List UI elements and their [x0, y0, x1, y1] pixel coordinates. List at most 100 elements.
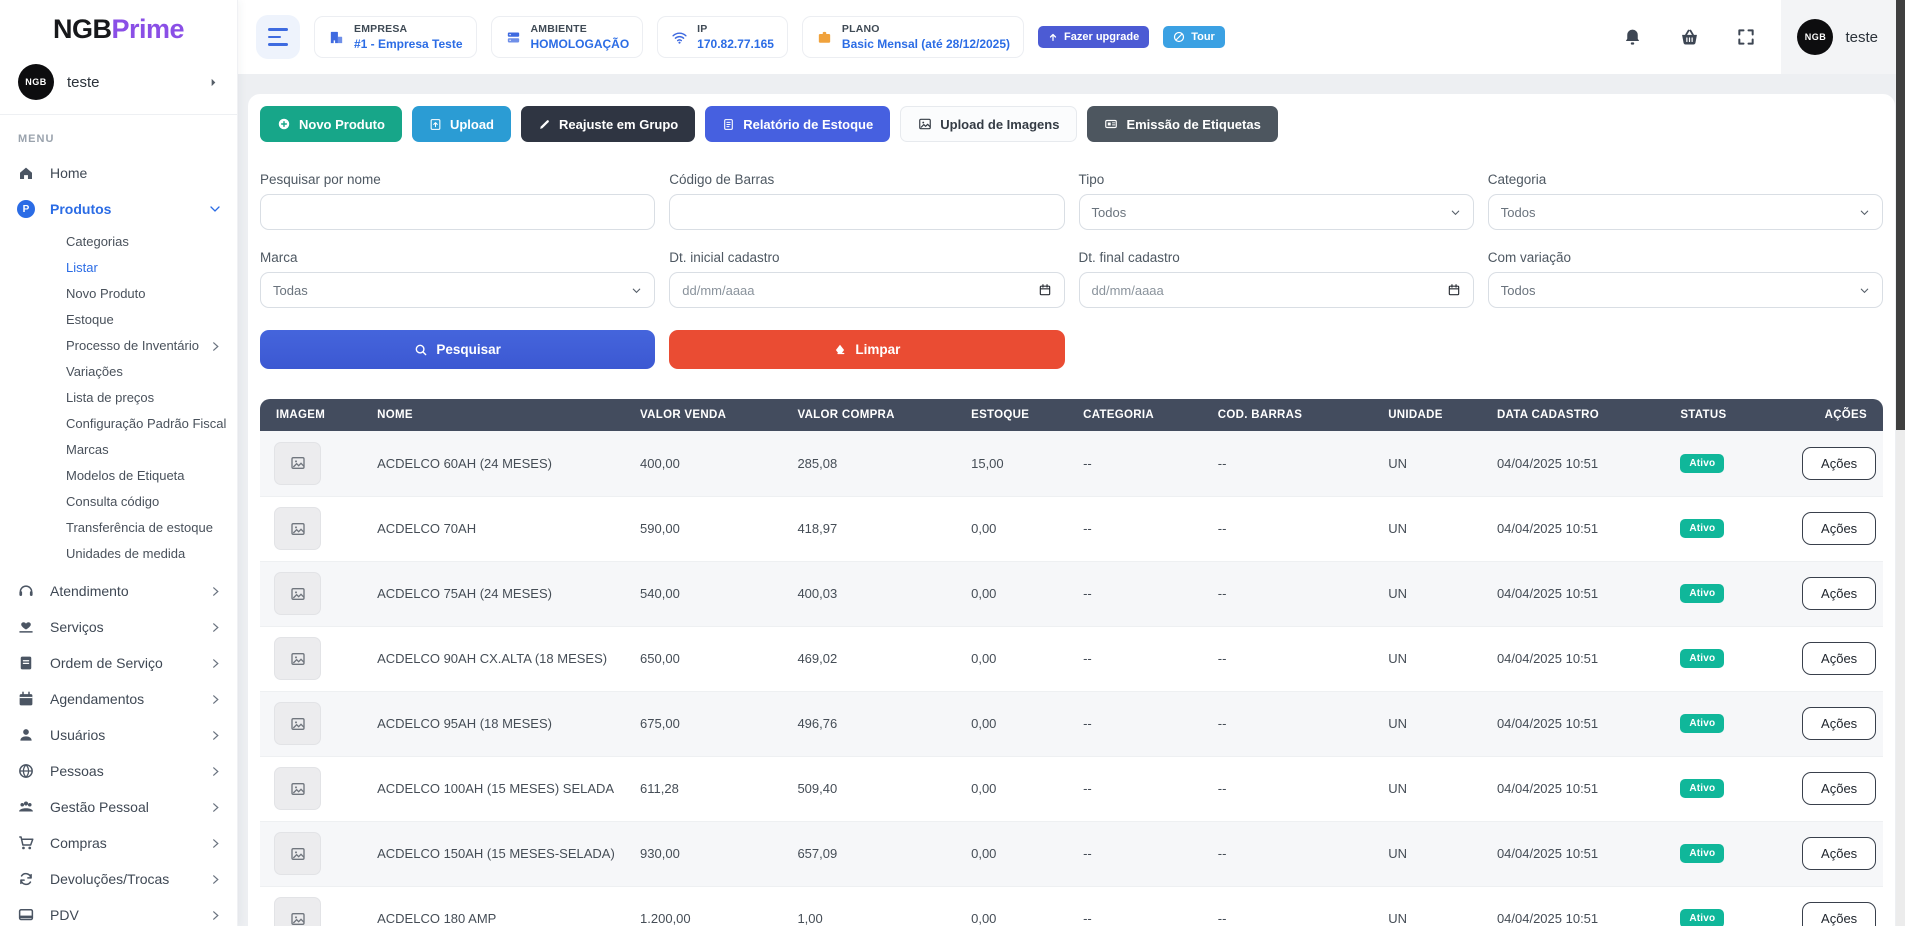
sidebar-item-pdv[interactable]: PDV [0, 897, 237, 926]
data-cadastro: 04/04/2025 10:51 [1487, 756, 1670, 821]
search-button[interactable]: Pesquisar [260, 330, 655, 369]
people-group-icon [16, 798, 36, 816]
products-card: Novo Produto Upload Reajuste em Grupo Re… [248, 94, 1895, 926]
row-actions-button[interactable]: Ações [1802, 837, 1876, 870]
row-actions-button[interactable]: Ações [1802, 707, 1876, 740]
sidebar-item-gestao-pessoal[interactable]: Gestão Pessoal [0, 789, 237, 825]
estoque: 0,00 [961, 821, 1073, 886]
chevron-right-icon [210, 730, 221, 741]
sidebar-subitem-variacoes[interactable]: Variações [0, 359, 237, 385]
basket-icon[interactable] [1679, 27, 1700, 48]
sidebar-subitem-listar[interactable]: Listar [0, 255, 237, 281]
group-adjust-button[interactable]: Reajuste em Grupo [521, 106, 695, 142]
filter-variation-select[interactable]: Todos [1488, 272, 1883, 308]
row-actions-button[interactable]: Ações [1802, 642, 1876, 675]
row-actions-button[interactable]: Ações [1802, 772, 1876, 805]
categoria: -- [1073, 496, 1208, 561]
sidebar-item-home[interactable]: Home [0, 155, 237, 191]
sidebar-subitem-lista-precos[interactable]: Lista de preços [0, 385, 237, 411]
cod-barras: -- [1208, 431, 1378, 496]
stock-report-button[interactable]: Relatório de Estoque [705, 106, 890, 142]
sidebar-item-usuarios[interactable]: Usuários [0, 717, 237, 753]
sidebar-item-compras[interactable]: Compras [0, 825, 237, 861]
sidebar-subitem-transferencia-estoque[interactable]: Transferência de estoque [0, 515, 237, 541]
table-row: ACDELCO 75AH (24 MESES) 540,00 400,03 0,… [260, 561, 1883, 626]
user-menu[interactable]: NGB teste [1781, 0, 1896, 74]
sidebar-item-agendamentos[interactable]: Agendamentos [0, 681, 237, 717]
sidebar-item-produtos[interactable]: P Produtos [0, 191, 237, 227]
notifications-bell-icon[interactable] [1622, 27, 1643, 48]
filter-name-input[interactable] [260, 194, 655, 230]
file-upload-icon [429, 118, 442, 131]
sidebar-item-atendimento[interactable]: Atendimento [0, 573, 237, 609]
avatar: NGB [18, 64, 54, 100]
arrow-up-icon [1048, 32, 1058, 42]
sidebar-subitem-modelos-etiqueta[interactable]: Modelos de Etiqueta [0, 463, 237, 489]
calendar-icon [16, 690, 36, 708]
estoque: 0,00 [961, 756, 1073, 821]
categoria: -- [1073, 691, 1208, 756]
upgrade-button[interactable]: Fazer upgrade [1038, 26, 1149, 48]
labels-emission-button[interactable]: Emissão de Etiquetas [1087, 106, 1277, 142]
table-row: ACDELCO 180 AMP 1.200,00 1,00 0,00 -- --… [260, 886, 1883, 926]
sidebar-subitem-processo-inventario[interactable]: Processo de Inventário [0, 333, 237, 359]
heart-hand-icon [16, 618, 36, 636]
filter-brand-select[interactable]: Todas [260, 272, 655, 308]
filter-barcode-input[interactable] [669, 194, 1064, 230]
sidebar-subitem-config-fiscal[interactable]: Configuração Padrão Fiscal [0, 411, 237, 437]
col-acoes: AÇÕES [1792, 399, 1883, 431]
col-unidade: UNIDADE [1378, 399, 1487, 431]
filter-date-start-input[interactable]: dd/mm/aaaa [669, 272, 1064, 308]
product-image-placeholder [274, 572, 321, 615]
table-row: ACDELCO 90AH CX.ALTA (18 MESES) 650,00 4… [260, 626, 1883, 691]
cod-barras: -- [1208, 626, 1378, 691]
filters: Pesquisar por nome Código de Barras Tipo… [260, 172, 1883, 308]
sidebar-item-ordem-servico[interactable]: Ordem de Serviço [0, 645, 237, 681]
row-actions-button[interactable]: Ações [1802, 447, 1876, 480]
sidebar-subitem-categorias[interactable]: Categorias [0, 229, 237, 255]
user-name: teste [1845, 29, 1878, 46]
cart-icon [16, 834, 36, 852]
menu-toggle-button[interactable] [256, 15, 300, 59]
sidebar-item-servicos[interactable]: Serviços [0, 609, 237, 645]
chevron-right-icon [210, 874, 221, 885]
sidebar-subitem-marcas[interactable]: Marcas [0, 437, 237, 463]
product-name: ACDELCO 90AH CX.ALTA (18 MESES) [367, 626, 630, 691]
unidade: UN [1378, 691, 1487, 756]
product-image-placeholder [274, 767, 321, 810]
product-image-placeholder [274, 442, 321, 485]
plan-badge: PLANOBasic Mensal (até 28/12/2025) [802, 16, 1024, 58]
valor-venda: 930,00 [630, 821, 787, 886]
categoria: -- [1073, 561, 1208, 626]
sidebar-subitem-novo-produto[interactable]: Novo Produto [0, 281, 237, 307]
image-upload-button[interactable]: Upload de Imagens [900, 106, 1077, 142]
headset-icon [16, 582, 36, 600]
sidebar-subitem-unidades-medida[interactable]: Unidades de medida [0, 541, 237, 567]
filter-category-select[interactable]: Todos [1488, 194, 1883, 230]
scrollbar-thumb[interactable] [1896, 0, 1905, 430]
new-product-button[interactable]: Novo Produto [260, 106, 402, 142]
sidebar-subitem-estoque[interactable]: Estoque [0, 307, 237, 333]
row-actions-button[interactable]: Ações [1802, 902, 1876, 926]
row-actions-button[interactable]: Ações [1802, 512, 1876, 545]
valor-venda: 675,00 [630, 691, 787, 756]
sidebar-item-pessoas[interactable]: Pessoas [0, 753, 237, 789]
clear-button[interactable]: Limpar [669, 330, 1064, 369]
estoque: 0,00 [961, 626, 1073, 691]
categoria: -- [1073, 821, 1208, 886]
filter-date-start-label: Dt. inicial cadastro [669, 250, 1064, 265]
upload-button[interactable]: Upload [412, 106, 511, 142]
page-scrollbar[interactable] [1896, 0, 1905, 926]
row-actions-button[interactable]: Ações [1802, 577, 1876, 610]
tour-button[interactable]: Tour [1163, 26, 1225, 48]
briefcase-icon [816, 29, 833, 46]
product-name: ACDELCO 100AH (15 MESES) SELADA [367, 756, 630, 821]
fullscreen-icon[interactable] [1736, 27, 1756, 47]
table-row: ACDELCO 150AH (15 MESES-SELADA) 930,00 6… [260, 821, 1883, 886]
filter-date-end-input[interactable]: dd/mm/aaaa [1079, 272, 1474, 308]
chevron-right-icon [210, 341, 221, 352]
sidebar-subitem-consulta-codigo[interactable]: Consulta código [0, 489, 237, 515]
filter-type-select[interactable]: Todos [1079, 194, 1474, 230]
sidebar-user-menu[interactable]: NGB teste [0, 58, 237, 114]
sidebar-item-devolucoes[interactable]: Devoluções/Trocas [0, 861, 237, 897]
